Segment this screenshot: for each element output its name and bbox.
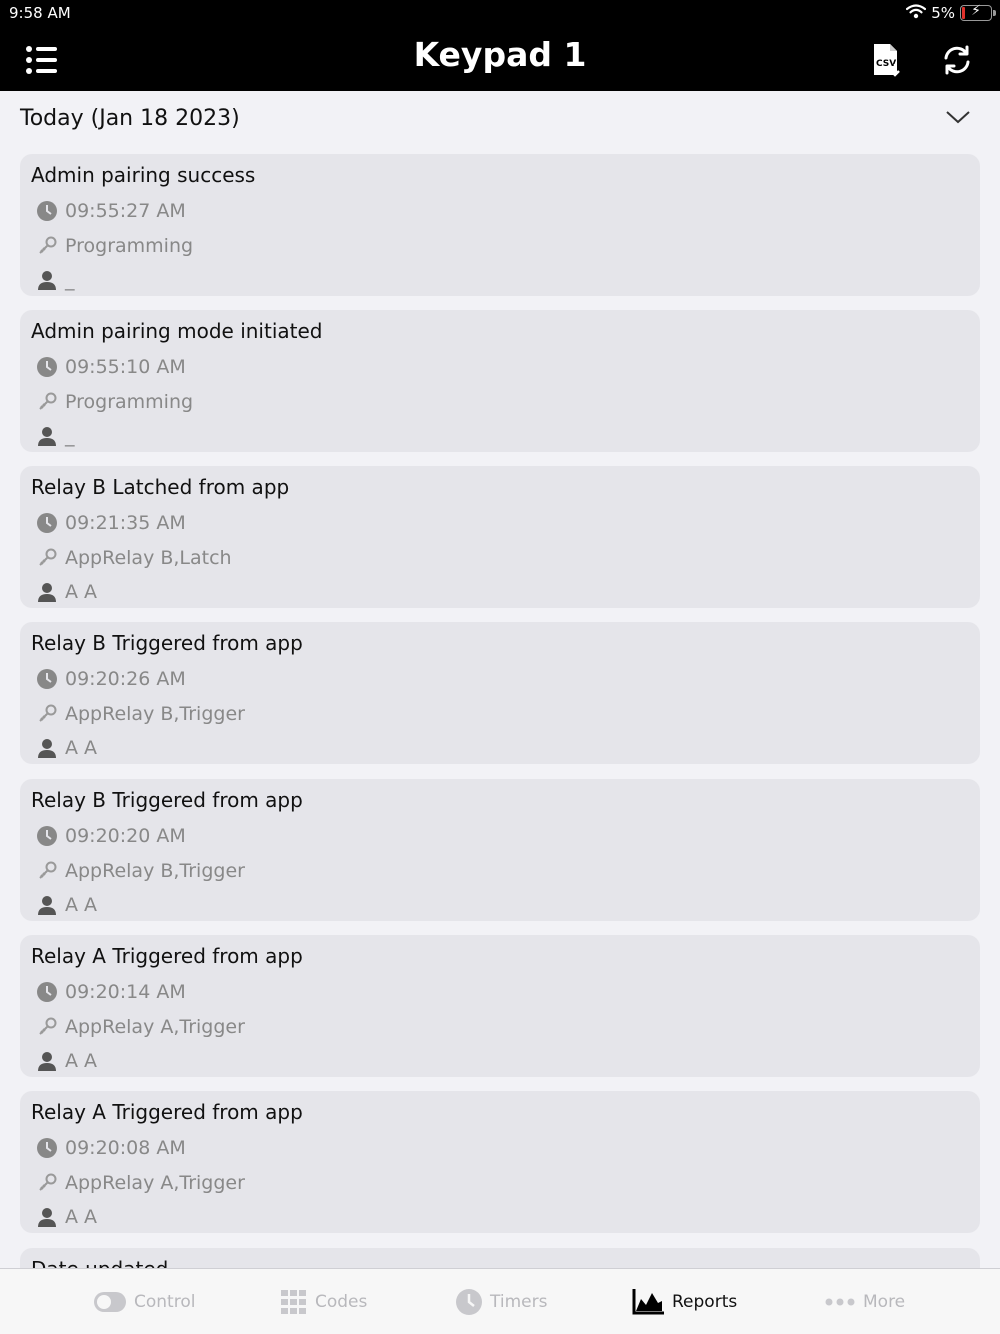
status-indicators: 5% ⚡: [906, 3, 996, 23]
event-title: Date updated: [31, 1257, 168, 1268]
clock-icon: [37, 982, 57, 1002]
key-icon: [37, 704, 57, 724]
event-time: 09:55:27 AM: [65, 200, 186, 222]
event-title: Relay A Triggered from app: [31, 944, 303, 968]
user-icon: [37, 270, 57, 290]
clock-icon: [37, 1138, 57, 1158]
more-dots-icon: [825, 1298, 855, 1306]
grid-icon: [281, 1290, 307, 1314]
event-card[interactable]: Date updated: [20, 1248, 980, 1268]
event-user: _: [65, 269, 75, 291]
key-icon: [37, 1173, 57, 1193]
tab-label: Codes: [315, 1292, 368, 1312]
tab-reports[interactable]: Reports: [632, 1289, 737, 1315]
event-card[interactable]: Admin pairing mode initiated 09:55:10 AM…: [20, 310, 980, 452]
event-title: Admin pairing success: [31, 163, 256, 187]
event-title: Admin pairing mode initiated: [31, 319, 323, 343]
refresh-icon: [944, 45, 970, 75]
event-user: A A: [65, 737, 98, 759]
event-action: AppRelay B,Trigger: [65, 860, 245, 882]
section-title: Today (Jan 18 2023): [20, 106, 240, 131]
status-time: 9:58 AM: [9, 4, 71, 22]
event-action: AppRelay A,Trigger: [65, 1016, 245, 1038]
tab-label: Reports: [672, 1292, 738, 1312]
event-title: Relay A Triggered from app: [31, 1100, 303, 1124]
event-time: 09:55:10 AM: [65, 356, 186, 378]
battery-icon: ⚡: [960, 3, 996, 21]
event-user: A A: [65, 1206, 98, 1228]
event-card[interactable]: Relay B Latched from app 09:21:35 AM App…: [20, 466, 980, 608]
chart-icon: [632, 1289, 664, 1315]
tab-label: Timers: [490, 1292, 548, 1312]
nav-bar: Keypad 1 CSV: [0, 26, 1000, 91]
event-time: 09:21:35 AM: [65, 512, 186, 534]
event-card[interactable]: Relay A Triggered from app 09:20:08 AM A…: [20, 1091, 980, 1233]
date-section-header[interactable]: Today (Jan 18 2023): [0, 91, 1000, 147]
event-card[interactable]: Relay B Triggered from app 09:20:26 AM A…: [20, 622, 980, 764]
clock-icon: [37, 513, 57, 533]
battery-percent: 5%: [931, 4, 955, 22]
event-user: A A: [65, 1050, 98, 1072]
toggle-icon: [94, 1292, 126, 1312]
event-title: Relay B Triggered from app: [31, 631, 303, 655]
chevron-down-icon: [946, 111, 970, 124]
event-time: 09:20:14 AM: [65, 981, 186, 1003]
event-card[interactable]: Relay A Triggered from app 09:20:14 AM A…: [20, 935, 980, 1077]
event-user: A A: [65, 894, 98, 916]
key-icon: [37, 548, 57, 568]
event-action: AppRelay B,Latch: [65, 547, 232, 569]
svg-text:CSV: CSV: [876, 59, 896, 69]
status-bar: 9:58 AM 5% ⚡: [0, 0, 1000, 26]
tab-bar: Control Codes Timers Reports More: [0, 1268, 1000, 1334]
page-title: Keypad 1: [413, 35, 587, 74]
user-icon: [37, 1051, 57, 1071]
user-icon: [37, 1207, 57, 1227]
export-csv-button[interactable]: CSV: [866, 40, 906, 80]
event-user: _: [65, 425, 75, 447]
clock-icon: [37, 201, 57, 221]
tab-label: More: [863, 1292, 906, 1312]
key-icon: [37, 236, 57, 256]
event-user: A A: [65, 581, 98, 603]
event-list[interactable]: Admin pairing success 09:55:27 AM Progra…: [20, 154, 980, 1268]
event-title: Relay B Triggered from app: [31, 788, 303, 812]
clock-icon: [37, 669, 57, 689]
clock-icon: [37, 826, 57, 846]
tab-timers[interactable]: Timers: [456, 1289, 547, 1315]
event-time: 09:20:26 AM: [65, 668, 186, 690]
event-time: 09:20:08 AM: [65, 1137, 186, 1159]
event-action: Programming: [65, 235, 194, 257]
key-icon: [37, 861, 57, 881]
clock-icon: [37, 357, 57, 377]
event-action: AppRelay A,Trigger: [65, 1172, 245, 1194]
event-time: 09:20:20 AM: [65, 825, 186, 847]
clock-icon: [456, 1289, 482, 1315]
tab-control[interactable]: Control: [94, 1289, 195, 1315]
user-icon: [37, 426, 57, 446]
wifi-icon: [906, 3, 927, 23]
tab-more[interactable]: More: [825, 1289, 905, 1315]
key-icon: [37, 1017, 57, 1037]
tab-codes[interactable]: Codes: [281, 1289, 367, 1315]
user-icon: [37, 738, 57, 758]
event-action: Programming: [65, 391, 194, 413]
csv-export-icon: CSV: [874, 44, 900, 77]
tab-label: Control: [134, 1292, 196, 1312]
event-title: Relay B Latched from app: [31, 475, 290, 499]
user-icon: [37, 895, 57, 915]
event-card[interactable]: Admin pairing success 09:55:27 AM Progra…: [20, 154, 980, 296]
key-icon: [37, 392, 57, 412]
event-action: AppRelay B,Trigger: [65, 703, 245, 725]
user-icon: [37, 582, 57, 602]
event-card[interactable]: Relay B Triggered from app 09:20:20 AM A…: [20, 779, 980, 921]
refresh-button[interactable]: [937, 40, 977, 80]
